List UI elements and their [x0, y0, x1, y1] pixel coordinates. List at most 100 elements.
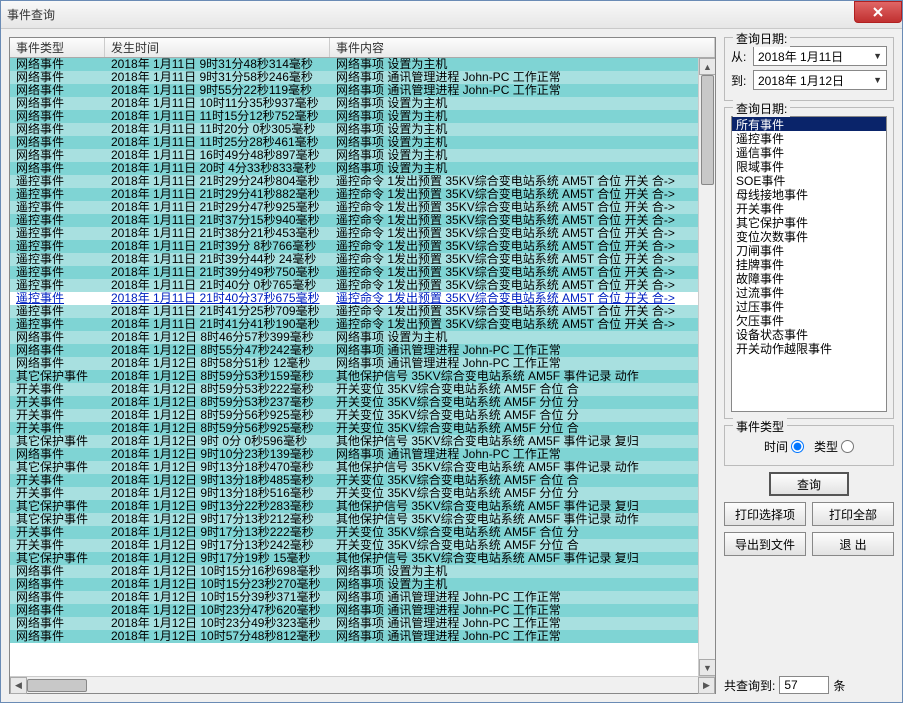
list-item[interactable]: 故障事件 — [732, 271, 886, 285]
scroll-up-icon[interactable]: ▲ — [699, 58, 715, 75]
cell-time: 2018年 1月11日 11时15分12秒752毫秒 — [105, 110, 330, 123]
list-item[interactable]: 挂牌事件 — [732, 257, 886, 271]
table-row[interactable]: 其它保护事件2018年 1月12日 9时13分18秒470毫秒其他保护信号 35… — [10, 461, 715, 474]
table-row[interactable]: 开关事件2018年 1月12日 8时59分56秒925毫秒开关变位 35KV综合… — [10, 409, 715, 422]
table-row[interactable]: 开关事件2018年 1月12日 8时59分53秒222毫秒开关变位 35KV综合… — [10, 383, 715, 396]
table-row[interactable]: 网络事件2018年 1月11日 11时15分12秒752毫秒网络事项 设置为主机 — [10, 110, 715, 123]
list-item[interactable]: 变位次数事件 — [732, 229, 886, 243]
exit-button[interactable]: 退 出 — [812, 532, 894, 556]
table-row[interactable]: 遥控事件2018年 1月11日 21时41分25秒709毫秒遥控命令 1发出预置… — [10, 305, 715, 318]
table-row[interactable]: 遥控事件2018年 1月11日 21时37分15秒940毫秒遥控命令 1发出预置… — [10, 214, 715, 227]
table-row[interactable]: 网络事件2018年 1月11日 9时31分48秒314毫秒网络事项 设置为主机 — [10, 58, 715, 71]
scroll-down-icon[interactable]: ▼ — [699, 659, 715, 676]
table-row[interactable]: 网络事件2018年 1月11日 11时20分 0秒305毫秒网络事项 设置为主机 — [10, 123, 715, 136]
table-row[interactable]: 网络事件2018年 1月11日 10时11分35秒937毫秒网络事项 设置为主机 — [10, 97, 715, 110]
radio-time-label[interactable]: 时间 — [764, 438, 804, 455]
table-row[interactable]: 网络事件2018年 1月12日 8时55分47秒242毫秒网络事项 通讯管理进程… — [10, 344, 715, 357]
vertical-scrollbar[interactable]: ▲ ▼ — [698, 58, 715, 676]
list-item[interactable]: 欠压事件 — [732, 313, 886, 327]
cell-content: 遥控命令 1发出预置 35KV综合变电站系统 AM5T 合位 开关 合-> — [330, 175, 715, 188]
export-button[interactable]: 导出到文件 — [724, 532, 806, 556]
table-row[interactable]: 开关事件2018年 1月12日 9时17分13秒242毫秒开关变位 35KV综合… — [10, 539, 715, 552]
table-row[interactable]: 遥控事件2018年 1月11日 21时40分37秒675毫秒遥控命令 1发出预置… — [10, 292, 715, 305]
table-row[interactable]: 其它保护事件2018年 1月12日 8时59分53秒159毫秒其他保护信号 35… — [10, 370, 715, 383]
list-item[interactable]: 过压事件 — [732, 299, 886, 313]
list-item[interactable]: 遥控事件 — [732, 131, 886, 145]
cell-type: 遥控事件 — [10, 266, 105, 279]
table-row[interactable]: 网络事件2018年 1月11日 9时31分58秒246毫秒网络事项 通讯管理进程… — [10, 71, 715, 84]
header-content[interactable]: 事件内容 — [330, 38, 715, 57]
print-all-button[interactable]: 打印全部 — [812, 502, 894, 526]
table-row[interactable]: 遥控事件2018年 1月11日 21时39分 8秒766毫秒遥控命令 1发出预置… — [10, 240, 715, 253]
table-row[interactable]: 遥控事件2018年 1月11日 21时29分47秒925毫秒遥控命令 1发出预置… — [10, 201, 715, 214]
scroll-thumb[interactable] — [701, 75, 714, 185]
close-button[interactable] — [854, 1, 902, 23]
table-row[interactable]: 开关事件2018年 1月12日 8时59分56秒925毫秒开关变位 35KV综合… — [10, 422, 715, 435]
horizontal-scrollbar[interactable]: ◀ ▶ — [10, 676, 715, 693]
header-type[interactable]: 事件类型 — [10, 38, 105, 57]
list-item[interactable]: 刀闸事件 — [732, 243, 886, 257]
cell-content: 遥控命令 1发出预置 35KV综合变电站系统 AM5T 合位 开关 合-> — [330, 266, 715, 279]
table-row[interactable]: 开关事件2018年 1月12日 9时13分18秒516毫秒开关变位 35KV综合… — [10, 487, 715, 500]
table-row[interactable]: 遥控事件2018年 1月11日 21时39分44秒 24毫秒遥控命令 1发出预置… — [10, 253, 715, 266]
list-item[interactable]: SOE事件 — [732, 173, 886, 187]
event-type-listbox[interactable]: 所有事件遥控事件遥信事件限域事件SOE事件母线接地事件开关事件其它保护事件变位次… — [731, 116, 887, 412]
cell-type: 开关事件 — [10, 526, 105, 539]
scroll-left-icon[interactable]: ◀ — [10, 677, 27, 694]
table-row[interactable]: 网络事件2018年 1月12日 10时15分39秒371毫秒网络事项 通讯管理进… — [10, 591, 715, 604]
table-row[interactable]: 网络事件2018年 1月12日 10时23分47秒620毫秒网络事项 通讯管理进… — [10, 604, 715, 617]
cell-type: 开关事件 — [10, 474, 105, 487]
table-row[interactable]: 网络事件2018年 1月11日 9时55分22秒119毫秒网络事项 通讯管理进程… — [10, 84, 715, 97]
cell-content: 开关变位 35KV综合变电站系统 AM5F 分位 分 — [330, 396, 715, 409]
cell-time: 2018年 1月12日 9时10分23秒139毫秒 — [105, 448, 330, 461]
table-row[interactable]: 网络事件2018年 1月11日 20时 4分33秒833毫秒网络事项 设置为主机 — [10, 162, 715, 175]
table-row[interactable]: 遥控事件2018年 1月11日 21时39分49秒750毫秒遥控命令 1发出预置… — [10, 266, 715, 279]
table-row[interactable]: 其它保护事件2018年 1月12日 9时 0分 0秒596毫秒其他保护信号 35… — [10, 435, 715, 448]
table-row[interactable]: 网络事件2018年 1月12日 8时46分57秒399毫秒网络事项 设置为主机 — [10, 331, 715, 344]
from-date-input[interactable]: 2018年 1月11日 ▼ — [753, 46, 887, 66]
radio-type-label[interactable]: 类型 — [814, 438, 854, 455]
table-row[interactable]: 网络事件2018年 1月12日 10时23分49秒323毫秒网络事项 通讯管理进… — [10, 617, 715, 630]
table-row[interactable]: 网络事件2018年 1月12日 9时10分23秒139毫秒网络事项 通讯管理进程… — [10, 448, 715, 461]
list-item[interactable]: 开关事件 — [732, 201, 886, 215]
table-row[interactable]: 网络事件2018年 1月12日 10时15分16秒698毫秒网络事项 设置为主机 — [10, 565, 715, 578]
list-item[interactable]: 遥信事件 — [732, 145, 886, 159]
scroll-right-icon[interactable]: ▶ — [698, 677, 715, 694]
print-selection-button[interactable]: 打印选择项 — [724, 502, 806, 526]
table-row[interactable]: 网络事件2018年 1月11日 11时25分28秒461毫秒网络事项 设置为主机 — [10, 136, 715, 149]
table-row[interactable]: 遥控事件2018年 1月11日 21时40分 0秒765毫秒遥控命令 1发出预置… — [10, 279, 715, 292]
list-item[interactable]: 开关动作越限事件 — [732, 341, 886, 355]
table-row[interactable]: 其它保护事件2018年 1月12日 9时17分19秒 15毫秒其他保护信号 35… — [10, 552, 715, 565]
table-row[interactable]: 网络事件2018年 1月12日 10时57分48秒812毫秒网络事项 通讯管理进… — [10, 630, 715, 643]
list-item[interactable]: 其它保护事件 — [732, 215, 886, 229]
list-item[interactable]: 限域事件 — [732, 159, 886, 173]
scroll-thumb-h[interactable] — [27, 679, 87, 692]
cell-type: 开关事件 — [10, 409, 105, 422]
table-row[interactable]: 网络事件2018年 1月12日 10时15分23秒270毫秒网络事项 设置为主机 — [10, 578, 715, 591]
table-row[interactable]: 遥控事件2018年 1月11日 21时38分21秒453毫秒遥控命令 1发出预置… — [10, 227, 715, 240]
table-row[interactable]: 开关事件2018年 1月12日 9时13分18秒485毫秒开关变位 35KV综合… — [10, 474, 715, 487]
list-item[interactable]: 过流事件 — [732, 285, 886, 299]
table-row[interactable]: 其它保护事件2018年 1月12日 9时17分13秒212毫秒其他保护信号 35… — [10, 513, 715, 526]
to-date-input[interactable]: 2018年 1月12日 ▼ — [753, 70, 887, 90]
cell-type: 开关事件 — [10, 487, 105, 500]
table-row[interactable]: 开关事件2018年 1月12日 8时59分53秒237毫秒开关变位 35KV综合… — [10, 396, 715, 409]
list-item[interactable]: 设备状态事件 — [732, 327, 886, 341]
cell-type: 网络事件 — [10, 162, 105, 175]
table-row[interactable]: 遥控事件2018年 1月11日 21时29分24秒804毫秒遥控命令 1发出预置… — [10, 175, 715, 188]
cell-type: 网络事件 — [10, 71, 105, 84]
table-row[interactable]: 遥控事件2018年 1月11日 21时29分41秒882毫秒遥控命令 1发出预置… — [10, 188, 715, 201]
table-row[interactable]: 网络事件2018年 1月12日 8时58分51秒 12毫秒网络事项 通讯管理进程… — [10, 357, 715, 370]
table-row[interactable]: 网络事件2018年 1月11日 16时49分48秒897毫秒网络事项 设置为主机 — [10, 149, 715, 162]
table-row[interactable]: 遥控事件2018年 1月11日 21时41分41秒190毫秒遥控命令 1发出预置… — [10, 318, 715, 331]
cell-type: 网络事件 — [10, 331, 105, 344]
table-row[interactable]: 开关事件2018年 1月12日 9时17分13秒222毫秒开关变位 35KV综合… — [10, 526, 715, 539]
radio-time[interactable] — [791, 440, 804, 453]
header-time[interactable]: 发生时间 — [105, 38, 330, 57]
list-item[interactable]: 母线接地事件 — [732, 187, 886, 201]
radio-type[interactable] — [841, 440, 854, 453]
list-item[interactable]: 所有事件 — [732, 117, 886, 131]
total-value[interactable] — [779, 676, 829, 694]
table-row[interactable]: 其它保护事件2018年 1月12日 9时13分22秒283毫秒其他保护信号 35… — [10, 500, 715, 513]
query-button[interactable]: 查询 — [769, 472, 849, 496]
